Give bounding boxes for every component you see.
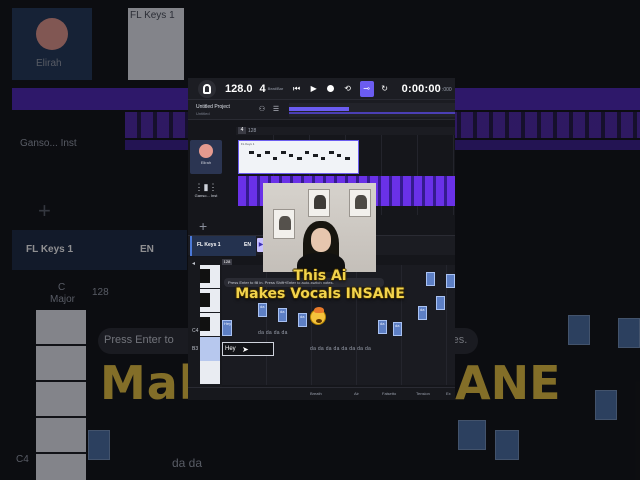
note-block[interactable]: da	[298, 313, 307, 327]
clip-note	[329, 151, 334, 154]
caption-line-1: This Ai	[293, 268, 347, 284]
track-name: Elirah	[200, 160, 212, 165]
note-block[interactable]	[446, 274, 455, 288]
clip-note	[249, 151, 254, 154]
key-label-c4: C4	[192, 328, 199, 334]
clip-note	[273, 157, 277, 160]
time-display: 0:00:00	[401, 82, 441, 95]
note-block[interactable]: Hey	[222, 320, 232, 336]
black-key[interactable]	[200, 269, 210, 283]
black-key[interactable]	[200, 317, 210, 331]
param-extra[interactable]: Ex	[446, 391, 451, 396]
arrangement-overview[interactable]	[289, 103, 455, 117]
selected-key[interactable]	[200, 337, 220, 361]
add-track-icon[interactable]: +	[199, 218, 207, 234]
note-block[interactable]: da	[418, 306, 427, 320]
key-label-b3: B3	[192, 346, 199, 352]
ruler-position: 128	[248, 128, 257, 134]
clip-note	[313, 154, 318, 157]
param-tension[interactable]: Tension	[416, 391, 430, 396]
clip-note	[289, 154, 293, 157]
caption-line-2: Makes Vocals INSANE	[235, 286, 405, 302]
play-icon[interactable]: ▶	[308, 83, 320, 95]
clip-note	[281, 151, 286, 154]
settings-icon[interactable]: ☰	[272, 106, 280, 114]
track-header-vocal[interactable]: Elirah	[190, 140, 222, 174]
language-badge[interactable]: EN	[244, 242, 251, 248]
app-logo-icon[interactable]	[198, 79, 216, 98]
param-breath[interactable]: Breath	[310, 391, 322, 396]
metronome-icon[interactable]: ⊸	[359, 80, 374, 97]
clip-label: FL Keys 1	[241, 142, 255, 146]
black-key[interactable]	[200, 293, 210, 307]
clip-note	[305, 151, 309, 154]
transport-bar: 128.0 4 Beat/Bar ⏮ ▶ ⟲ ⊸ ↻ 0:00:00 :000	[188, 78, 455, 100]
record-button[interactable]	[325, 83, 337, 95]
clip-note	[297, 157, 302, 160]
wall-poster	[349, 189, 371, 217]
volume-icon[interactable]: ◂	[192, 260, 195, 267]
user-icon[interactable]: ⚇	[258, 106, 266, 114]
waveform-icon: ⋮▮⋮	[194, 182, 218, 192]
clip-note	[337, 154, 341, 157]
beats-per-bar[interactable]: 4	[260, 83, 266, 95]
project-name[interactable]: Untitled Project	[196, 104, 230, 110]
mouse-cursor-icon: ➤	[242, 345, 249, 354]
loop-icon[interactable]: ⟲	[342, 83, 354, 95]
note-block[interactable]: da	[278, 308, 287, 322]
clip-note	[257, 154, 261, 157]
skip-back-icon[interactable]: ⏮	[291, 83, 303, 95]
mind-blown-emoji-icon	[310, 307, 326, 325]
piano-roll-track-tab[interactable]: FL Keys 1 EN	[190, 236, 256, 256]
bpm-value[interactable]: 128.0	[225, 83, 253, 95]
clip-note	[265, 151, 270, 154]
param-falsetto[interactable]: Falsetto	[382, 391, 396, 396]
track-header-instrumental[interactable]: ⋮▮⋮ Ganso... Inst	[190, 178, 222, 208]
note-block[interactable]: da	[393, 322, 402, 336]
record-icon	[327, 85, 335, 92]
lyric-line: da da da da da da da da	[310, 346, 372, 352]
clip-note	[321, 157, 325, 160]
project-sub: Untitled	[196, 111, 210, 116]
note-block[interactable]	[426, 272, 435, 286]
lyric-line: da da da da	[258, 330, 288, 336]
ruler-marker: 4	[238, 127, 246, 134]
project-header: Untitled Project Untitled ⚇ ☰	[188, 100, 455, 120]
clip-note	[345, 157, 350, 160]
midi-clip[interactable]: FL Keys 1	[238, 140, 359, 174]
vocal-params-bar: Breath Air Falsetto Tension Ex	[188, 387, 455, 400]
piano-roll-track-name: FL Keys 1	[197, 242, 221, 248]
webcam-overlay	[263, 183, 376, 272]
timeline-ruler[interactable]: 4 128	[236, 127, 455, 135]
note-block[interactable]: da	[258, 303, 267, 317]
note-block[interactable]	[436, 296, 445, 310]
wall-poster	[273, 209, 295, 239]
repeat-icon[interactable]: ↻	[379, 83, 391, 95]
video-caption: This Ai Makes Vocals INSANE	[214, 267, 426, 303]
beats-label: Beat/Bar	[267, 86, 284, 91]
wall-poster	[308, 189, 330, 217]
person-face	[311, 228, 331, 252]
time-ms: :000	[441, 87, 452, 93]
param-air[interactable]: Air	[354, 391, 359, 396]
vocalist-avatar	[199, 144, 213, 158]
note-block[interactable]: da	[378, 320, 387, 334]
track-name: Ganso... Inst	[194, 193, 218, 198]
